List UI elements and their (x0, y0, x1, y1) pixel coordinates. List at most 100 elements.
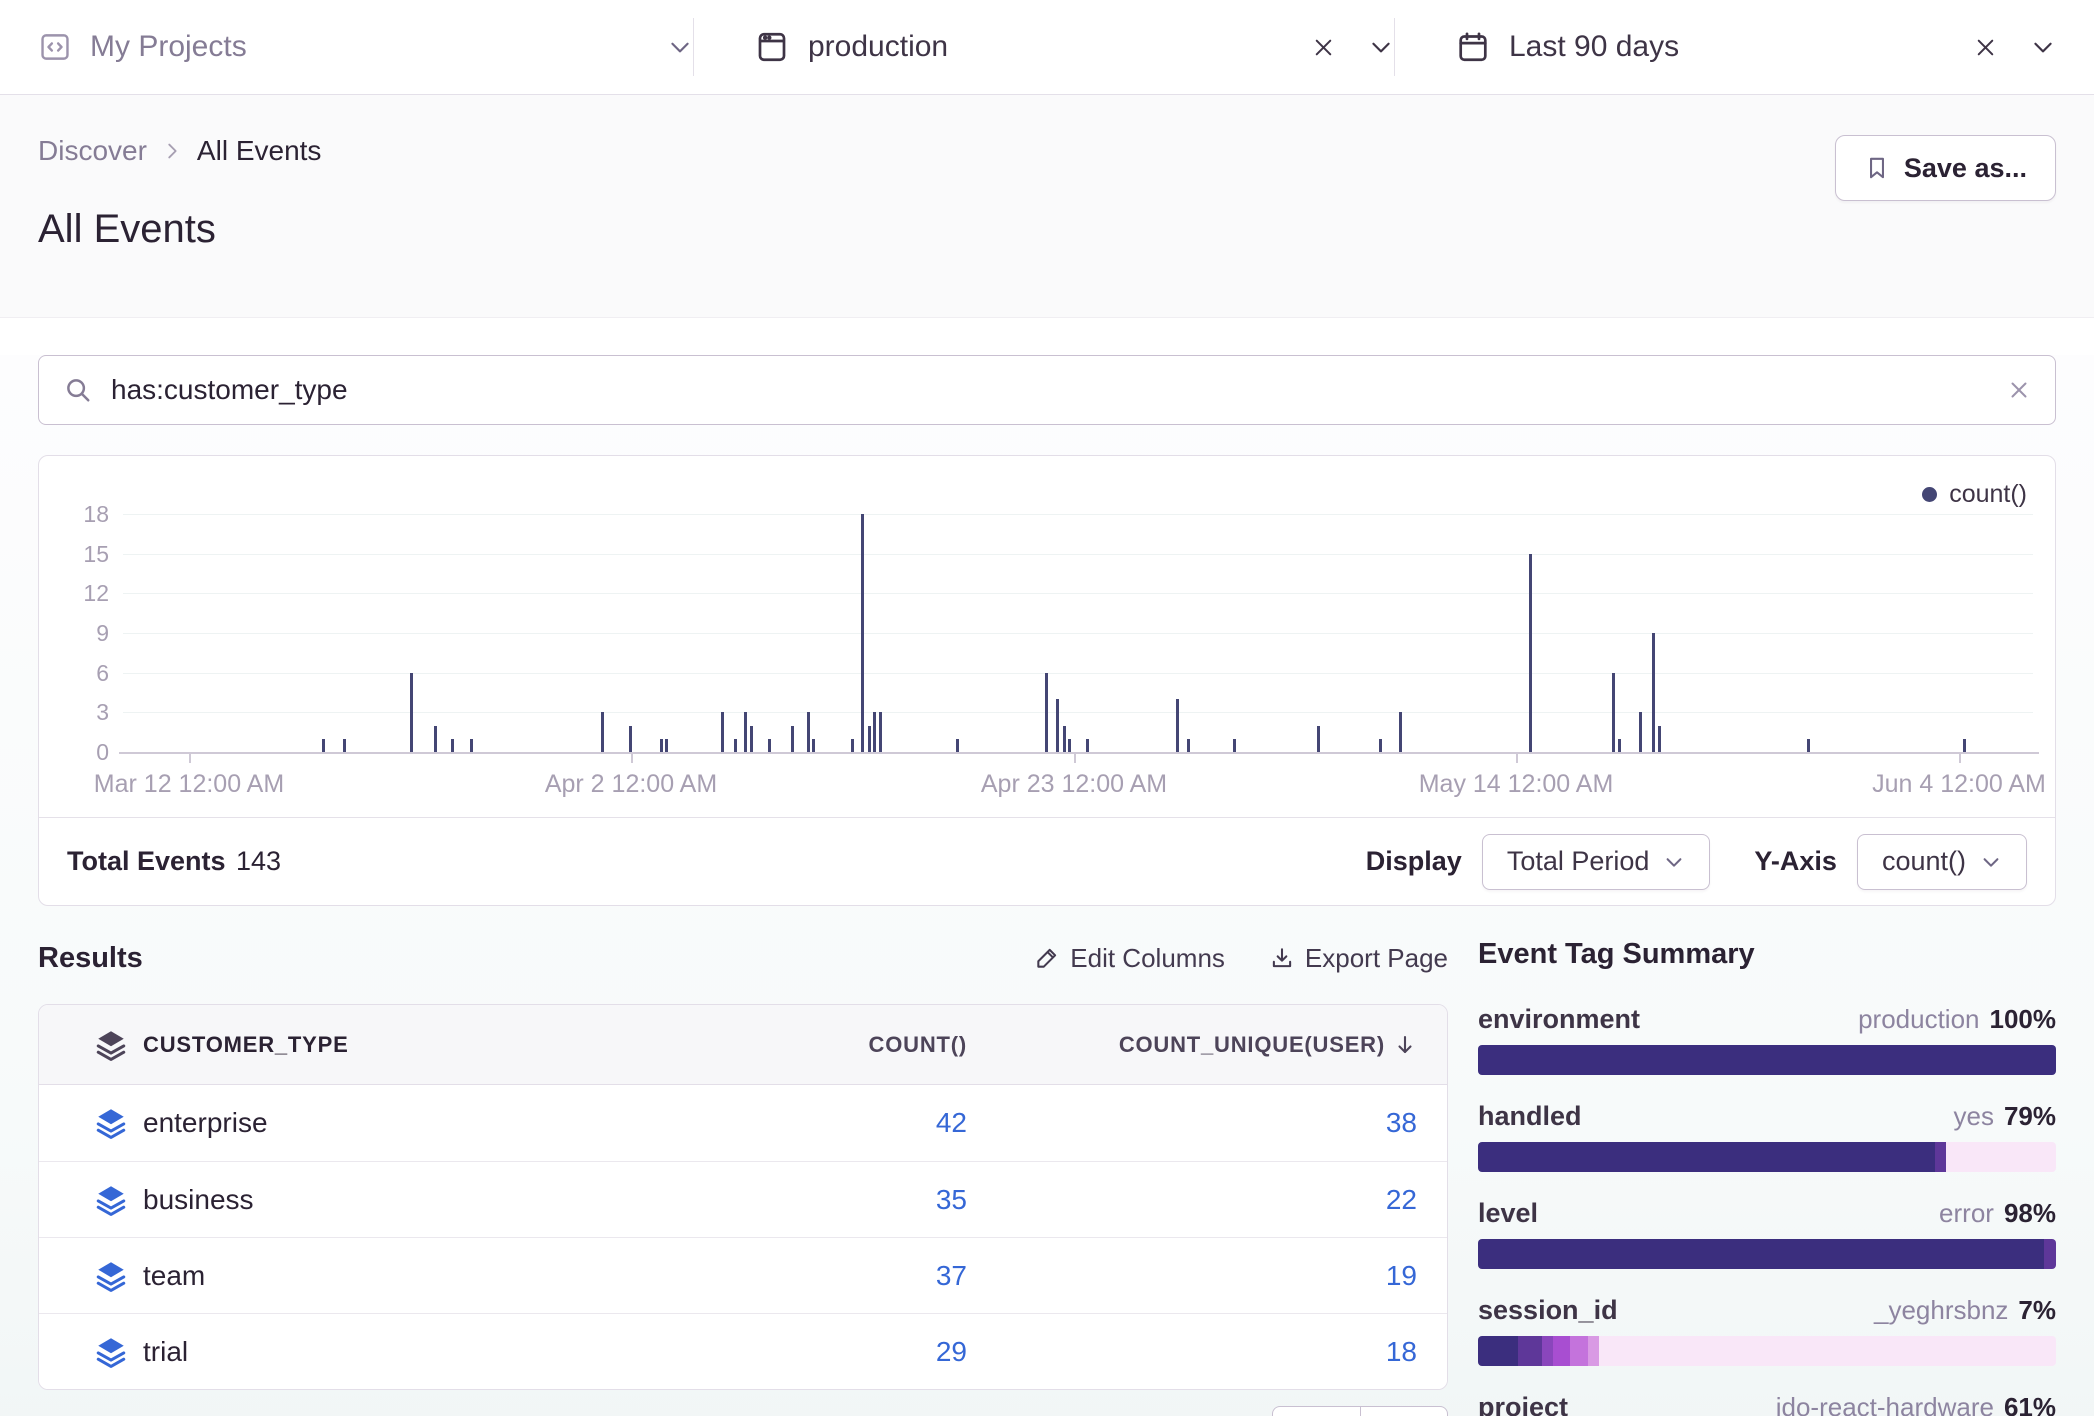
chart-bar[interactable] (1658, 726, 1661, 752)
search-bar (38, 355, 2056, 425)
clear-search-icon[interactable] (2007, 378, 2031, 402)
cell-count-unique-link[interactable]: 18 (967, 1336, 1447, 1368)
yaxis-select[interactable]: count() (1857, 834, 2027, 890)
chevron-down-icon (1980, 851, 2002, 873)
chart-bar[interactable] (851, 739, 854, 752)
previous-page-button[interactable] (1272, 1406, 1360, 1416)
chart-bar[interactable] (1187, 739, 1190, 752)
x-axis-line (119, 752, 2039, 754)
chart-bar[interactable] (660, 739, 663, 752)
save-as-button[interactable]: Save as... (1835, 135, 2056, 201)
cell-customer-type[interactable]: trial (143, 1336, 727, 1368)
tag-top-value: error (1939, 1198, 1994, 1229)
y-axis-tick-label: 3 (45, 699, 109, 726)
chart-bar[interactable] (1317, 726, 1320, 752)
date-range-selector[interactable]: Last 90 days (1395, 0, 2056, 95)
chart-bar[interactable] (1086, 739, 1089, 752)
y-axis-tick-label: 9 (45, 620, 109, 647)
results-table-header: CUSTOMER_TYPE COUNT() COUNT_UNIQUE(USER) (39, 1005, 1447, 1085)
cell-customer-type[interactable]: team (143, 1260, 727, 1292)
cell-count-unique-link[interactable]: 22 (967, 1184, 1447, 1216)
chart-bar[interactable] (721, 712, 724, 752)
chart-bar[interactable] (343, 739, 346, 752)
chart-bar[interactable] (665, 739, 668, 752)
x-axis-tick-label: Mar 12 12:00 AM (94, 770, 284, 799)
column-count[interactable]: COUNT() (727, 1032, 967, 1058)
chart-bar[interactable] (322, 739, 325, 752)
total-events-value: 143 (236, 846, 281, 876)
event-tag-summary: Event Tag Summary environmentproduction1… (1478, 938, 2056, 1416)
project-selector[interactable]: My Projects (38, 0, 693, 95)
next-page-button[interactable] (1360, 1406, 1448, 1416)
chart-bar[interactable] (1045, 673, 1048, 752)
page-header: Discover All Events All Events Save as..… (0, 95, 2094, 318)
cell-count-link[interactable]: 42 (727, 1107, 967, 1139)
cell-count-unique-link[interactable]: 19 (967, 1260, 1447, 1292)
tag-distribution-bar[interactable] (1478, 1142, 2056, 1172)
chart-bar[interactable] (1056, 699, 1059, 752)
chart-bar[interactable] (791, 726, 794, 752)
tag-top-value: ido-react-hardware (1776, 1392, 1994, 1416)
cell-customer-type[interactable]: enterprise (143, 1107, 727, 1139)
export-page-button[interactable]: Export Page (1269, 943, 1448, 974)
stack-icon (79, 1334, 143, 1370)
chart-bar[interactable] (734, 739, 737, 752)
cell-count-link[interactable]: 35 (727, 1184, 967, 1216)
chart-bar[interactable] (750, 726, 753, 752)
chart-gridline (123, 514, 2033, 515)
cell-count-unique-link[interactable]: 38 (967, 1107, 1447, 1139)
search-input[interactable] (111, 374, 1989, 406)
yaxis-select-value: count() (1882, 846, 1966, 877)
chart-bar[interactable] (1963, 739, 1966, 752)
display-select[interactable]: Total Period (1482, 834, 1711, 890)
chart-bar[interactable] (1612, 673, 1615, 752)
chart-bar[interactable] (1233, 739, 1236, 752)
chart-bar[interactable] (1652, 633, 1655, 752)
chart-bar[interactable] (1176, 699, 1179, 752)
chart-bar[interactable] (1063, 726, 1066, 752)
cell-count-link[interactable]: 29 (727, 1336, 967, 1368)
chart-bar[interactable] (879, 712, 882, 752)
chart-bar[interactable] (410, 673, 413, 752)
chart-bar[interactable] (1529, 554, 1532, 752)
edit-columns-label: Edit Columns (1070, 943, 1225, 974)
tag-distribution-bar[interactable] (1478, 1239, 2056, 1269)
chart-bar[interactable] (873, 712, 876, 752)
chevron-down-icon (1663, 851, 1685, 873)
chart-bar[interactable] (861, 514, 864, 752)
tag-distribution-bar[interactable] (1478, 1336, 2056, 1366)
tag-top-percent: 61% (2004, 1392, 2056, 1416)
column-customer-type[interactable]: CUSTOMER_TYPE (143, 1032, 727, 1058)
clear-date-icon[interactable] (1973, 35, 1998, 60)
clear-environment-icon[interactable] (1311, 35, 1336, 60)
chart-bar[interactable] (744, 712, 747, 752)
chart-bar[interactable] (956, 739, 959, 752)
breadcrumb-discover[interactable]: Discover (38, 135, 147, 167)
chart-bar[interactable] (1807, 739, 1810, 752)
chart-bar[interactable] (1639, 712, 1642, 752)
tag-distribution-bar[interactable] (1478, 1045, 2056, 1075)
chart-bar[interactable] (1068, 739, 1071, 752)
chart-bar[interactable] (451, 739, 454, 752)
edit-columns-button[interactable]: Edit Columns (1034, 943, 1225, 974)
stack-icon (79, 1105, 143, 1141)
cell-customer-type[interactable]: business (143, 1184, 727, 1216)
chart-bar[interactable] (1618, 739, 1621, 752)
environment-selector[interactable]: production (694, 0, 1394, 95)
chart-bar[interactable] (1379, 739, 1382, 752)
bookmark-icon (1864, 155, 1890, 181)
chart-bar[interactable] (1399, 712, 1402, 752)
column-count-unique[interactable]: COUNT_UNIQUE(USER) (967, 1032, 1447, 1058)
chart-bar[interactable] (812, 739, 815, 752)
cell-count-link[interactable]: 37 (727, 1260, 967, 1292)
chart-bar[interactable] (434, 726, 437, 752)
chart-bar[interactable] (768, 739, 771, 752)
chart-legend[interactable]: count() (1922, 480, 2027, 509)
tag-group-project: projectido-react-hardware61% (1478, 1392, 2056, 1416)
chart-bar[interactable] (629, 726, 632, 752)
chart-bar[interactable] (601, 712, 604, 752)
chart-bar[interactable] (470, 739, 473, 752)
chart-bar[interactable] (868, 726, 871, 752)
table-row: trial2918 (39, 1313, 1447, 1389)
chart-bar[interactable] (807, 712, 810, 752)
